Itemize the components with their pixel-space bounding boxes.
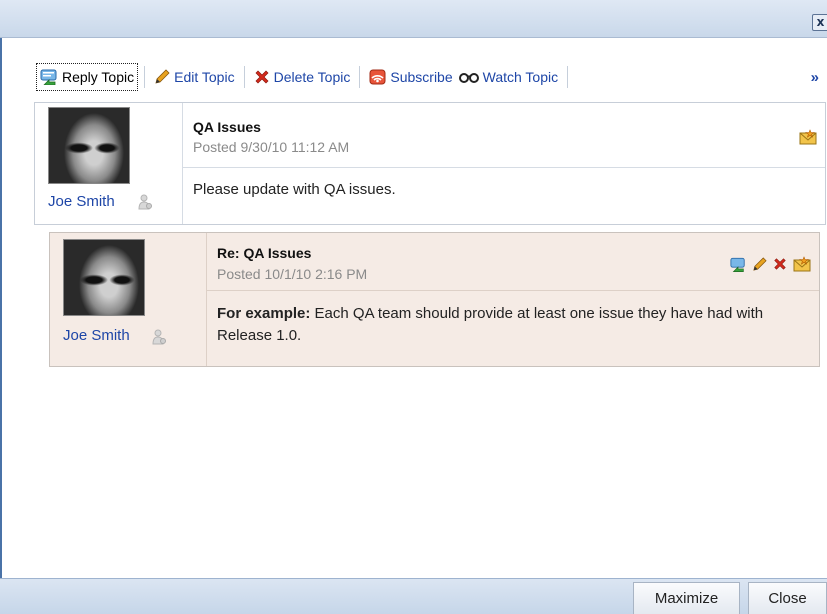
post-date: Posted 10/1/10 2:16 PM <box>217 266 368 282</box>
post-body: For example: Each QA team should provide… <box>217 303 805 347</box>
reply-post: Joe Smith Re: QA Issues Posted 10/1/10 2… <box>49 232 820 367</box>
post-body-emphasis: For example: <box>217 305 311 322</box>
post-date: Posted 9/30/10 11:12 AM <box>193 139 350 155</box>
post-actions <box>730 256 811 272</box>
author-avatar[interactable] <box>48 107 130 184</box>
delete-topic-label: Delete Topic <box>273 69 351 85</box>
window-left-edge <box>0 0 2 614</box>
post-author-column: Joe Smith <box>50 233 207 366</box>
reply-icon <box>40 69 57 85</box>
delete-x-icon <box>255 70 269 84</box>
author-name-link[interactable]: Joe Smith <box>63 327 130 344</box>
subscribe-label: Subscribe <box>390 69 453 85</box>
maximize-button[interactable]: Maximize <box>633 582 740 614</box>
glasses-icon <box>458 73 479 83</box>
toolbar-separator <box>144 66 146 88</box>
window-close-button[interactable]: x <box>812 14 827 31</box>
author-name-link[interactable]: Joe Smith <box>48 193 115 210</box>
post-title: Re: QA Issues <box>217 245 312 261</box>
edit-pencil-icon[interactable] <box>752 256 767 272</box>
topic-toolbar: Reply Topic Edit Topic Delete Topic Subs… <box>36 62 827 92</box>
post-actions <box>799 129 817 145</box>
subscribe-envelope-icon[interactable] <box>793 256 811 272</box>
subscribe-envelope-icon[interactable] <box>799 129 817 145</box>
watch-topic-label: Watch Topic <box>482 69 559 85</box>
subscribe-button[interactable]: Subscribe <box>366 63 455 91</box>
edit-pencil-icon <box>155 69 170 84</box>
post-author-column: Joe Smith <box>35 103 183 224</box>
window-titlebar: x <box>0 0 827 38</box>
presence-status-icon <box>138 194 152 210</box>
reply-topic-label: Reply Topic <box>62 69 135 85</box>
edit-topic-label: Edit Topic <box>174 69 235 85</box>
delete-topic-button[interactable]: Delete Topic <box>251 63 354 91</box>
edit-topic-button[interactable]: Edit Topic <box>151 63 237 91</box>
toolbar-overflow-button[interactable]: » <box>811 69 819 86</box>
post-body: Please update with QA issues. <box>193 181 396 198</box>
close-button[interactable]: Close <box>748 582 827 614</box>
watch-topic-button[interactable]: Watch Topic <box>456 63 561 91</box>
toolbar-separator <box>359 66 361 88</box>
delete-x-icon[interactable] <box>773 257 787 271</box>
toolbar-separator <box>243 66 245 88</box>
author-avatar[interactable] <box>63 239 145 316</box>
reply-icon[interactable] <box>730 257 746 272</box>
post-header: Re: QA Issues Posted 10/1/10 2:16 PM <box>207 233 819 291</box>
topic-post: Joe Smith QA Issues Posted 9/30/10 11:12… <box>34 102 826 225</box>
post-title: QA Issues <box>193 119 261 135</box>
presence-status-icon <box>152 329 166 345</box>
post-header: QA Issues Posted 9/30/10 11:12 AM <box>183 103 825 168</box>
reply-topic-button[interactable]: Reply Topic <box>36 63 139 91</box>
toolbar-separator <box>567 66 569 88</box>
window-footer: Maximize Close <box>0 578 827 614</box>
rss-subscribe-icon <box>369 69 386 85</box>
